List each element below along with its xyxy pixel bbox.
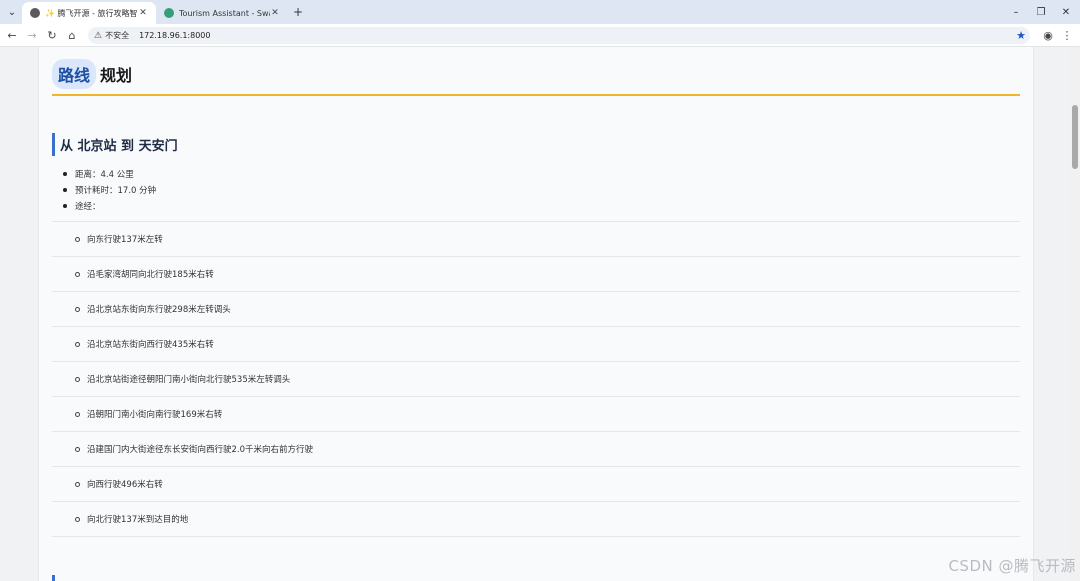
tab-title: ✨ 腾飞开源 - 旅行攻略智能助手 [45, 8, 138, 18]
circle-bullet-icon [75, 271, 80, 277]
url-text[interactable]: 172.18.96.1:8000 [139, 31, 210, 40]
globe-icon [30, 8, 40, 18]
summary-item: 距离：4.4 公里 [63, 166, 156, 182]
restore-icon[interactable]: ❐ [1033, 4, 1049, 20]
close-icon[interactable]: ✕ [270, 8, 280, 18]
step-text: 沿朝阳门南小街向南行驶169米右转 [87, 410, 223, 420]
route-steps: 向东行驶137米左转 沿毛家湾胡同向北行驶185米右转 沿北京站东街向东行驶29… [52, 221, 1020, 537]
tab-active[interactable]: ✨ 腾飞开源 - 旅行攻略智能助手 ✕ [22, 2, 156, 24]
section-title-rest: 规划 [100, 66, 133, 85]
step-text: 沿建国门内大街途径东长安街向西行驶2.0千米向右前方行驶 [87, 445, 314, 455]
summary-item: 预计耗时：17.0 分钟 [63, 182, 156, 198]
circle-bullet-icon [75, 306, 80, 312]
list-item: 沿毛家湾胡同向北行驶185米右转 [52, 257, 1020, 292]
page-viewport: 路线 规划 从 北京站 到 天安门 距离：4.4 公里 预计耗时：17.0 分钟… [0, 47, 1070, 581]
bullet-icon [63, 172, 67, 176]
step-text: 沿北京站东街向东行驶298米左转调头 [87, 305, 231, 315]
browser-toolbar: ← → ↻ ⌂ ⚠ 不安全 172.18.96.1:8000 ★ ◉ ⋮ [0, 24, 1080, 47]
forward-icon[interactable]: → [24, 27, 40, 43]
route-summary: 距离：4.4 公里 预计耗时：17.0 分钟 途经： [63, 166, 156, 214]
step-text: 沿毛家湾胡同向北行驶185米右转 [87, 270, 214, 280]
tab-swagger[interactable]: Tourism Assistant - Swagger UI ✕ [156, 2, 288, 24]
summary-item: 途经： [63, 198, 156, 214]
summary-text: 途经： [75, 202, 101, 212]
list-item: 沿建国门内大街途径东长安街向西行驶2.0千米向右前方行驶 [52, 432, 1020, 467]
circle-bullet-icon [75, 341, 80, 347]
swagger-icon [164, 8, 174, 18]
title-divider [52, 94, 1020, 96]
step-text: 沿北京站东街向西行驶435米右转 [87, 340, 214, 350]
summary-text: 预计耗时：17.0 分钟 [75, 186, 157, 196]
window-close-icon[interactable]: ✕ [1058, 4, 1074, 20]
list-item: 向西行驶496米右转 [52, 467, 1020, 502]
tab-title: Tourism Assistant - Swagger UI [179, 8, 270, 18]
circle-bullet-icon [75, 236, 80, 242]
step-text: 向西行驶496米右转 [87, 480, 163, 490]
step-text: 向北行驶137米到达目的地 [87, 515, 189, 525]
circle-bullet-icon [75, 376, 80, 382]
circle-bullet-icon [75, 446, 80, 452]
tab-bar: ⌄ ✨ 腾飞开源 - 旅行攻略智能助手 ✕ Tourism Assistant … [0, 0, 1080, 24]
list-item: 向东行驶137米左转 [52, 222, 1020, 257]
step-text: 向东行驶137米左转 [87, 235, 163, 245]
scrollbar[interactable] [1070, 47, 1080, 581]
tab-list-chevron-icon[interactable]: ⌄ [4, 4, 20, 20]
content-card: 路线 规划 从 北京站 到 天安门 距离：4.4 公里 预计耗时：17.0 分钟… [38, 47, 1034, 581]
watermark: CSDN @腾飞开源 [948, 557, 1076, 575]
profile-icon[interactable]: ◉ [1040, 27, 1056, 43]
circle-bullet-icon [75, 516, 80, 522]
list-item: 沿北京站东街向东行驶298米左转调头 [52, 292, 1020, 327]
security-label: 不安全 [105, 31, 130, 40]
list-item: 沿北京站街途径朝阳门南小街向北行驶535米左转调头 [52, 362, 1020, 397]
circle-bullet-icon [75, 481, 80, 487]
close-icon[interactable]: ✕ [138, 8, 148, 18]
warning-icon: ⚠ [94, 30, 103, 41]
bullet-icon [63, 204, 67, 208]
bullet-icon [63, 188, 67, 192]
step-text: 沿北京站街途径朝阳门南小街向北行驶535米左转调头 [87, 375, 291, 385]
reload-icon[interactable]: ↻ [44, 27, 60, 43]
minimize-icon[interactable]: – [1008, 4, 1024, 20]
back-icon[interactable]: ← [4, 27, 20, 43]
section-title-highlight: 路线 [52, 59, 97, 89]
bookmark-star-icon[interactable]: ★ [1016, 29, 1026, 42]
new-tab-button[interactable]: + [290, 4, 306, 20]
address-bar[interactable]: ⚠ 不安全 172.18.96.1:8000 ★ [88, 27, 1030, 44]
list-item: 沿北京站东街向西行驶435米右转 [52, 327, 1020, 362]
section-title: 路线 规划 [52, 59, 132, 89]
menu-dots-icon[interactable]: ⋮ [1059, 27, 1075, 43]
summary-text: 距离：4.4 公里 [75, 170, 134, 180]
list-item: 向北行驶137米到达目的地 [52, 502, 1020, 537]
circle-bullet-icon [75, 411, 80, 417]
scrollbar-thumb[interactable] [1072, 105, 1078, 169]
route-heading: 从 北京站 到 天安门 [52, 133, 178, 156]
next-section-bar [52, 575, 55, 581]
list-item: 沿朝阳门南小街向南行驶169米右转 [52, 397, 1020, 432]
home-icon[interactable]: ⌂ [64, 27, 80, 43]
